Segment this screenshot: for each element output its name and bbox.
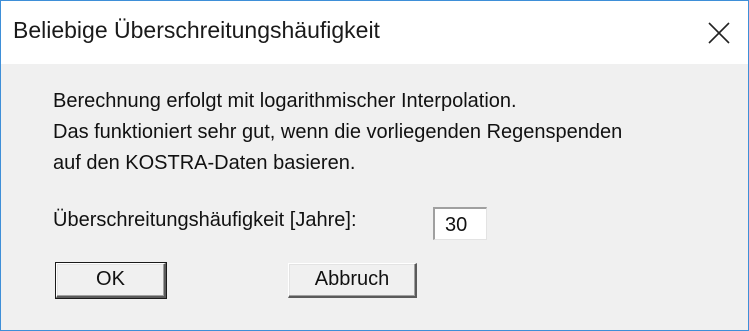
cancel-button[interactable]: Abbruch [288, 263, 417, 298]
title-bar[interactable]: Beliebige Überschreitungshäufigkeit [1, 1, 748, 64]
dialog-body: Berechnung erfolgt mit logarithmischer I… [1, 64, 748, 330]
message-line-1: Berechnung erfolgt mit logarithmischer I… [53, 90, 517, 112]
close-button[interactable] [692, 1, 748, 64]
exceedance-frequency-label: Überschreitungshäufigkeit [Jahre]: [53, 209, 357, 231]
message-line-3: auf den KOSTRA-Daten basieren. [53, 152, 356, 174]
exceedance-frequency-input[interactable] [433, 207, 487, 240]
close-icon [708, 22, 730, 44]
ok-button[interactable]: OK [55, 262, 167, 299]
message-line-2: Das funktioniert sehr gut, wenn die vorl… [53, 121, 623, 143]
dialog-title: Beliebige Überschreitungshäufigkeit [13, 17, 380, 43]
dialog-window: Beliebige Überschreitungshäufigkeit Bere… [0, 0, 749, 331]
